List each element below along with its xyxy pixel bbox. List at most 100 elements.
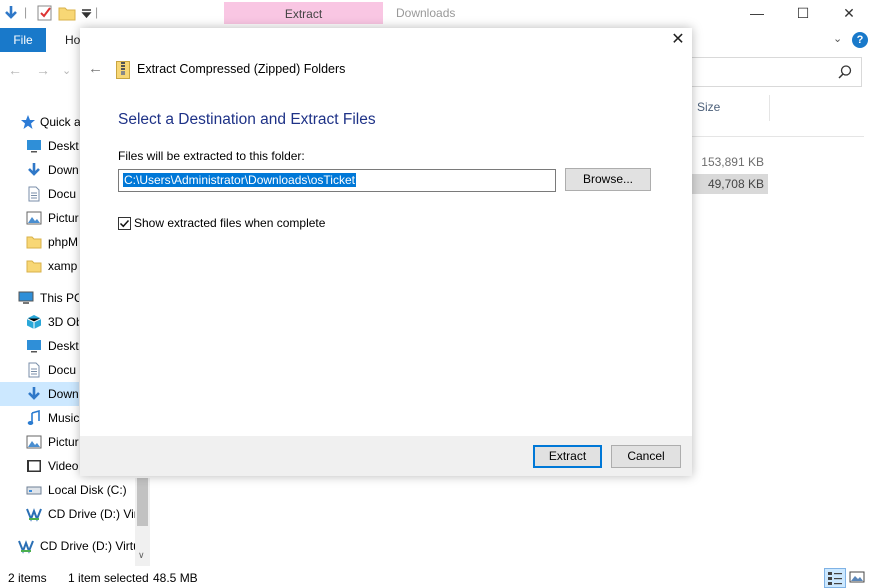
large-icons-view-button[interactable] (848, 568, 868, 588)
download-arrow-icon[interactable] (2, 4, 20, 22)
nav-item-label: phpM (48, 235, 79, 249)
status-bar: 2 items 1 item selected 48.5 MB (0, 568, 872, 588)
file-size-cell-selected[interactable]: 49,708 KB (692, 174, 768, 194)
nav-item[interactable]: CD Drive (D:) Virt (0, 502, 135, 526)
download-arrow-icon (28, 387, 40, 400)
show-extracted-files-label[interactable]: Show extracted files when complete (134, 216, 325, 230)
details-view-button[interactable] (824, 568, 846, 588)
destination-label: Files will be extracted to this folder: (118, 149, 305, 163)
nav-item[interactable]: Down (0, 382, 79, 406)
large-icons-view-icon (849, 571, 865, 583)
nav-item-label: Docu (48, 187, 77, 201)
extract-button[interactable]: Extract (533, 445, 602, 468)
show-extracted-files-checkbox[interactable] (118, 217, 131, 230)
nav-item[interactable]: phpM (0, 230, 79, 254)
nav-item-label: 3D Ob (48, 315, 79, 329)
details-view-icon (828, 572, 842, 585)
window-title: Downloads (396, 6, 456, 20)
nav-item[interactable]: CD Drive (D:) Virtu (0, 534, 152, 558)
back-icon[interactable]: ← (8, 62, 22, 78)
nav-item[interactable]: Docu (0, 358, 79, 382)
dialog-back-icon[interactable]: ← (88, 60, 103, 77)
title-bar: | | Extract Downloads — ☐ ✕ (0, 0, 872, 28)
nav-item[interactable]: Local Disk (C:) (0, 478, 135, 502)
cd-drive-icon (18, 540, 34, 554)
nav-item-label: Quick a (40, 115, 81, 129)
file-list-header: Size (692, 95, 864, 137)
pictures-icon (26, 435, 42, 449)
nav-item[interactable]: Deskto (0, 134, 79, 158)
cd-drive-icon (26, 508, 42, 522)
minimize-button[interactable]: — (734, 0, 780, 28)
destination-path-value: C:\Users\Administrator\Downloads\osTicke… (123, 173, 356, 187)
status-item-count: 2 items (8, 571, 47, 585)
column-header-size[interactable]: Size (697, 100, 720, 114)
pictures-icon (26, 211, 42, 225)
nav-item-label: Pictur (48, 435, 79, 449)
scroll-down-chevron-icon[interactable]: ∨ (138, 550, 145, 561)
destination-path-input[interactable]: C:\Users\Administrator\Downloads\osTicke… (118, 169, 556, 192)
desktop-icon (27, 140, 41, 153)
nav-item[interactable]: Video (0, 454, 79, 478)
nav-item-label: Deskto (48, 339, 79, 353)
nav-item-label: CD Drive (D:) Virt (48, 507, 135, 521)
video-icon (27, 460, 41, 472)
nav-item-label: Local Disk (C:) (48, 483, 127, 497)
search-icon (838, 65, 852, 79)
column-divider[interactable] (769, 95, 770, 121)
nav-item[interactable]: Down (0, 158, 79, 182)
nav-item[interactable]: Pictur (0, 206, 79, 230)
desktop-icon (27, 340, 41, 353)
separator: | (24, 5, 28, 19)
nav-item-label: Down (48, 163, 79, 177)
nav-pane-scrollbar[interactable]: ∨ (135, 478, 150, 566)
computer-icon (18, 291, 34, 304)
music-note-icon (27, 410, 40, 425)
dialog-footer: Extract Cancel (80, 436, 692, 476)
status-selection-size: 48.5 MB (153, 571, 198, 585)
nav-item[interactable]: Music (0, 406, 79, 430)
status-selection: 1 item selected (68, 571, 149, 585)
nav-item[interactable]: Docu (0, 182, 79, 206)
drive-icon (26, 486, 42, 495)
cube-icon (26, 315, 42, 329)
nav-item-label: This PC (40, 291, 79, 305)
dialog-close-button[interactable]: ✕ (668, 30, 688, 50)
properties-icon[interactable] (36, 4, 54, 22)
nav-item[interactable]: This PC (0, 286, 79, 310)
nav-item-label: xamp (48, 259, 78, 273)
nav-item[interactable]: xamp (0, 254, 79, 278)
dialog-title: Extract Compressed (Zipped) Folders (137, 62, 346, 76)
nav-item[interactable]: 3D Ob (0, 310, 79, 334)
star-icon (21, 115, 35, 129)
help-icon[interactable]: ? (852, 32, 868, 48)
extract-dialog: ✕ ← Extract Compressed (Zipped) Folders … (80, 28, 692, 476)
tab-file[interactable]: File (0, 28, 46, 52)
maximize-button[interactable]: ☐ (780, 0, 826, 28)
extract-contextual-tab[interactable]: Extract (224, 2, 383, 24)
recent-locations-chevron-icon[interactable]: ⌄ (62, 64, 71, 77)
tab-home[interactable]: Ho (65, 28, 80, 52)
zipped-folder-icon (116, 61, 130, 79)
scrollbar-thumb[interactable] (137, 478, 148, 526)
forward-icon[interactable]: → (36, 62, 50, 78)
cancel-button[interactable]: Cancel (611, 445, 681, 468)
file-size-cell[interactable]: 153,891 KB (692, 152, 768, 172)
new-folder-icon[interactable] (58, 4, 76, 22)
nav-item-label: CD Drive (D:) Virtu (40, 539, 140, 553)
separator: | (95, 5, 99, 19)
nav-item-label: Pictur (48, 211, 79, 225)
folder-icon (26, 260, 42, 273)
download-arrow-icon (28, 163, 40, 176)
close-window-button[interactable]: ✕ (826, 0, 872, 28)
checkmark-icon (119, 219, 130, 228)
nav-item[interactable]: Deskto (0, 334, 79, 358)
expand-ribbon-chevron-icon[interactable]: ⌄ (833, 32, 842, 45)
nav-item-label: Down (48, 387, 79, 401)
folder-icon (26, 236, 42, 249)
document-icon (28, 362, 40, 378)
nav-item-label: Video (48, 459, 79, 473)
nav-item[interactable]: Pictur (0, 430, 79, 454)
browse-button[interactable]: Browse... (565, 168, 651, 191)
search-input[interactable] (692, 57, 862, 87)
